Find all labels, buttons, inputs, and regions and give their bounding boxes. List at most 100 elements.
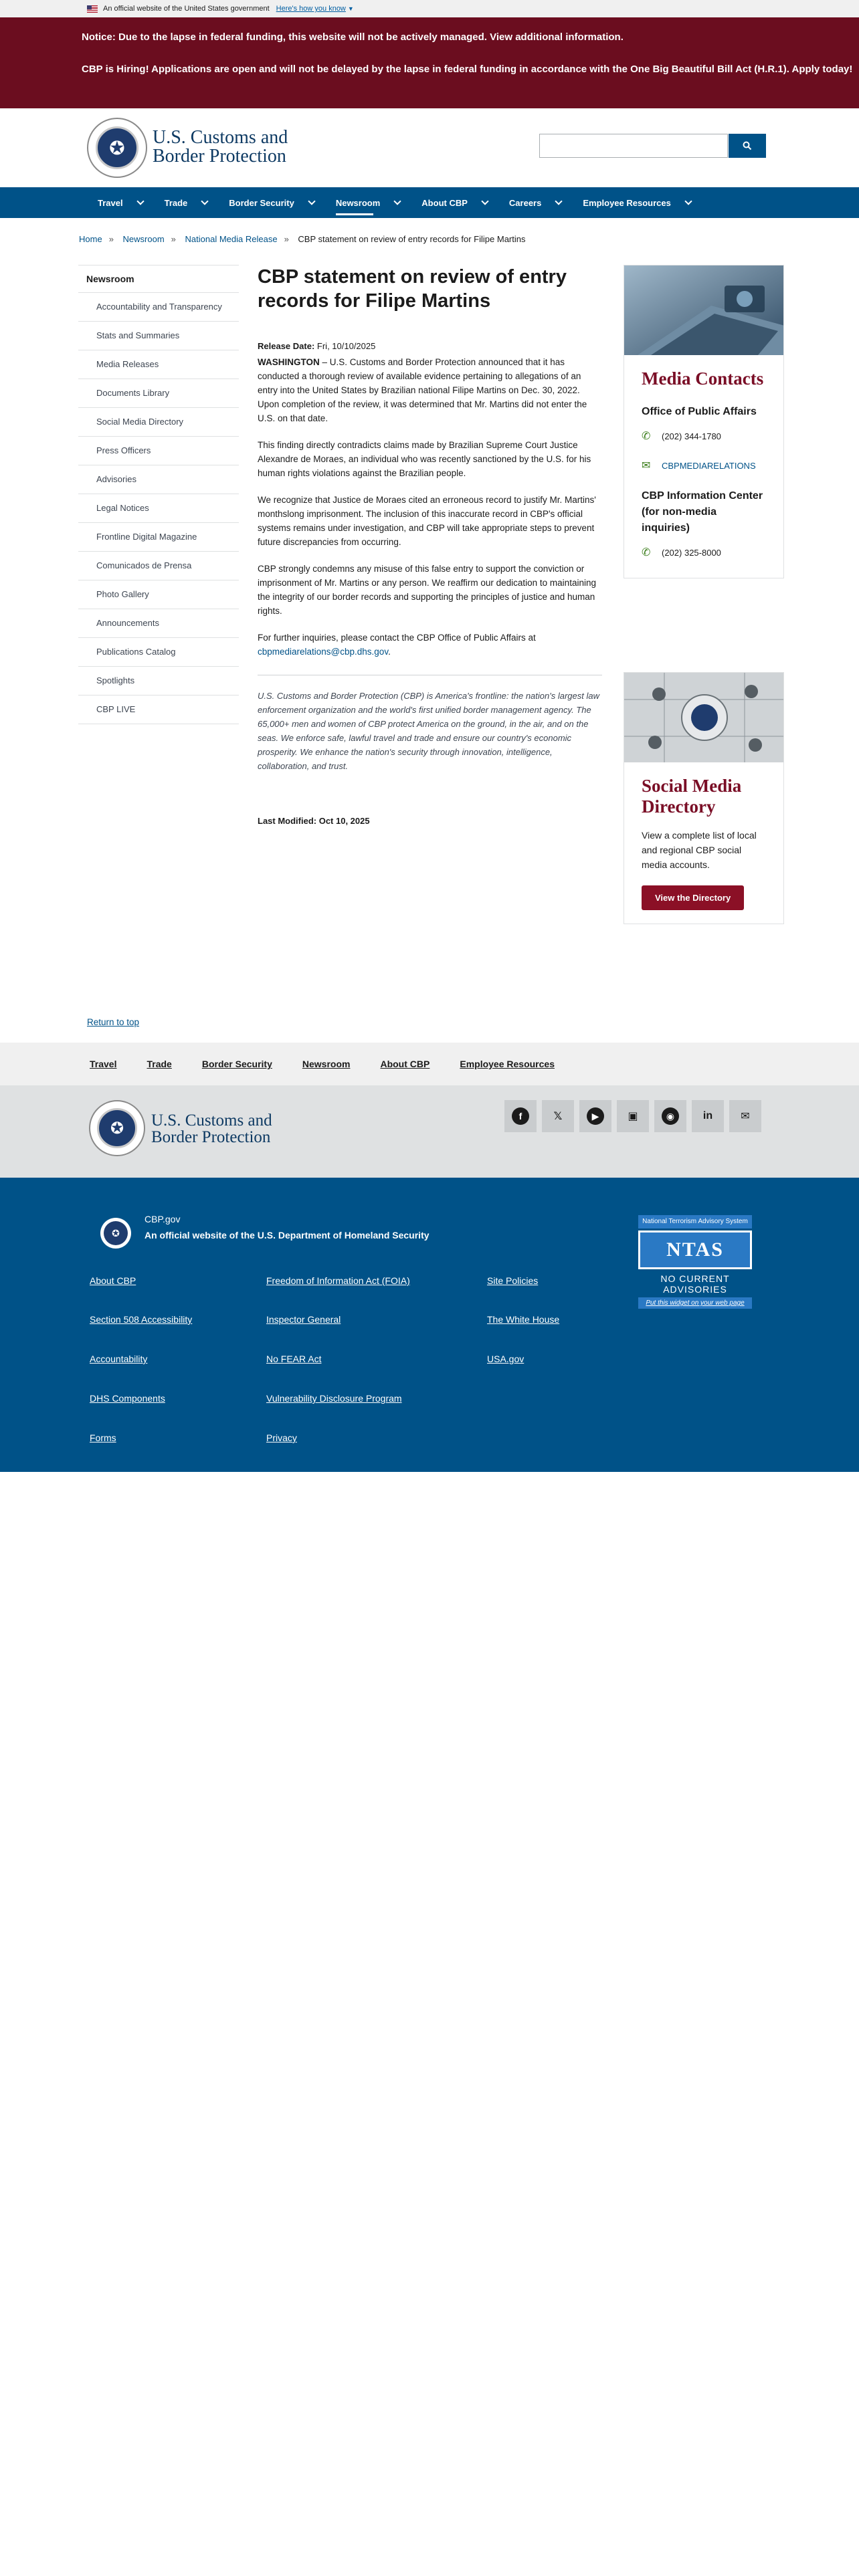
ntas-logo: NTAS — [638, 1230, 752, 1269]
main-nav: Travel Trade Border Security Newsroom Ab… — [0, 187, 859, 218]
media-relations-email-link[interactable]: CBPMEDIARELATIONS — [662, 461, 756, 471]
sidenav-item[interactable]: Documents Library — [78, 379, 239, 408]
footer-link[interactable]: Freedom of Information Act (FOIA) — [266, 1275, 410, 1286]
email-icon[interactable]: ✉ — [729, 1100, 761, 1132]
linkedin-icon[interactable]: in — [692, 1100, 724, 1132]
about-cbp-boilerplate: U.S. Customs and Border Protection (CBP)… — [258, 691, 599, 771]
facebook-icon[interactable]: f — [504, 1100, 537, 1132]
release-date: Release Date: Fri, 10/10/2025 — [258, 341, 376, 351]
laptop-photo-icon — [624, 265, 783, 355]
eagle-icon: ✪ — [97, 1108, 137, 1148]
footer-link[interactable]: DHS Components — [90, 1393, 165, 1404]
dateline: WASHINGTON — [258, 357, 320, 367]
youtube-icon[interactable]: ▶ — [579, 1100, 611, 1132]
footer-link[interactable]: No FEAR Act — [266, 1354, 321, 1364]
notice-line: Notice: Due to the lapse in federal fund… — [82, 31, 624, 43]
breadcrumb-national-media-release[interactable]: National Media Release — [185, 234, 278, 244]
search-icon — [743, 141, 752, 150]
nav-careers[interactable]: Careers — [498, 187, 572, 218]
flickr-icon[interactable]: ▣ — [617, 1100, 649, 1132]
footer-link[interactable]: Forms — [90, 1432, 116, 1443]
nav-employee-resources[interactable]: Employee Resources — [572, 187, 702, 218]
breadcrumb-home[interactable]: Home — [79, 234, 102, 244]
footer-link[interactable]: Section 508 Accessibility — [90, 1314, 192, 1325]
footer-nav-link[interactable]: Employee Resources — [460, 1059, 555, 1069]
phone-contact: ✆ (202) 344-1780 — [642, 431, 721, 442]
article-paragraph: This finding directly contradicts claims… — [258, 440, 591, 478]
media-contacts-card: Media Contacts Office of Public Affairs … — [624, 265, 784, 578]
sidenav-item[interactable]: Announcements — [78, 609, 239, 638]
breadcrumb: Home» Newsroom» National Media Release» … — [79, 234, 526, 244]
sidenav-item[interactable]: Photo Gallery — [78, 580, 239, 609]
sidenav-item[interactable]: Frontline Digital Magazine — [78, 523, 239, 552]
ntas-widget[interactable]: National Terrorism Advisory System NTAS … — [638, 1215, 752, 1309]
return-to-top-link[interactable]: Return to top — [87, 1017, 139, 1027]
funding-alert: Notice: Due to the lapse in federal fund… — [0, 17, 859, 108]
footer-nav-link[interactable]: Travel — [90, 1059, 116, 1069]
media-email-link[interactable]: cbpmediarelations@cbp.dhs.gov — [258, 647, 388, 657]
sidenav-item[interactable]: Media Releases — [78, 350, 239, 379]
site-name: CBP.gov — [145, 1214, 181, 1224]
eagle-icon: ✪ — [104, 1221, 128, 1245]
breadcrumb-current: CBP statement on review of entry records… — [298, 234, 526, 244]
social-network-photo-icon — [624, 673, 783, 762]
footer-nav-link[interactable]: Newsroom — [302, 1059, 351, 1069]
cbp-logo-text[interactable]: U.S. Customs and Border Protection — [151, 1112, 272, 1146]
breadcrumb-newsroom[interactable]: Newsroom — [123, 234, 165, 244]
chevron-down-icon[interactable]: ▼ — [348, 5, 354, 12]
ntas-header: National Terrorism Advisory System — [638, 1215, 752, 1228]
footer-link[interactable]: About CBP — [90, 1275, 136, 1286]
laptop-image — [624, 265, 783, 355]
sidenav-item[interactable]: CBP LIVE — [78, 695, 239, 724]
nav-newsroom[interactable]: Newsroom — [325, 187, 411, 218]
chevron-down-icon — [393, 197, 401, 205]
footer-nav: Travel Trade Border Security Newsroom Ab… — [0, 1043, 859, 1085]
sidenav-item[interactable]: Accountability and Transparency — [78, 293, 239, 322]
sidenav-item[interactable]: Comunicados de Prensa — [78, 552, 239, 580]
sidenav-item[interactable]: Legal Notices — [78, 494, 239, 523]
footer-link[interactable]: USA.gov — [487, 1354, 524, 1364]
footer-nav-link[interactable]: Border Security — [202, 1059, 272, 1069]
search-input[interactable] — [539, 134, 728, 158]
ntas-widget-link[interactable]: Put this widget on your web page — [638, 1297, 752, 1309]
footer-link[interactable]: The White House — [487, 1314, 559, 1325]
cbp-seal-logo[interactable]: ✪ — [89, 1100, 145, 1156]
chevron-down-icon — [555, 197, 563, 205]
view-additional-info-link[interactable]: View additional information. — [490, 31, 624, 43]
article-paragraph: WASHINGTON – U.S. Customs and Border Pro… — [258, 357, 587, 423]
instagram-icon[interactable]: ◉ — [654, 1100, 686, 1132]
sidenav-title[interactable]: Newsroom — [78, 265, 239, 293]
nav-about-cbp[interactable]: About CBP — [411, 187, 498, 218]
footer-nav-link[interactable]: Trade — [147, 1059, 171, 1069]
footer-link[interactable]: Vulnerability Disclosure Program — [266, 1393, 402, 1404]
nav-travel[interactable]: Travel — [87, 187, 154, 218]
cbp-logo-text[interactable]: U.S. Customs and Border Protection — [153, 128, 288, 166]
footer-link[interactable]: Inspector General — [266, 1314, 341, 1325]
phone-icon: ✆ — [642, 547, 651, 558]
cbp-seal-logo[interactable]: ✪ — [87, 118, 147, 178]
email-contact: ✉ CBPMEDIARELATIONS — [642, 459, 766, 472]
dhs-link[interactable]: U.S. Department of Homeland Security — [258, 1230, 430, 1241]
sidenav-item[interactable]: Press Officers — [78, 437, 239, 465]
footer-link[interactable]: Accountability — [90, 1354, 147, 1364]
side-nav: Newsroom Accountability and Transparency… — [78, 265, 239, 724]
sidenav-item[interactable]: Spotlights — [78, 667, 239, 695]
sidenav-item[interactable]: Publications Catalog — [78, 638, 239, 667]
nav-trade[interactable]: Trade — [154, 187, 219, 218]
view-directory-button[interactable]: View the Directory — [642, 885, 745, 910]
sidenav-item[interactable]: Stats and Summaries — [78, 322, 239, 350]
search-button[interactable] — [729, 134, 766, 158]
envelope-icon: ✉ — [642, 460, 651, 471]
nav-border-security[interactable]: Border Security — [218, 187, 325, 218]
sidenav-item[interactable]: Social Media Directory — [78, 408, 239, 437]
sidenav-item[interactable]: Advisories — [78, 465, 239, 494]
chevron-down-icon — [481, 197, 489, 205]
heres-how-you-know-link[interactable]: Here's how you know — [276, 5, 346, 13]
footer-link[interactable]: Privacy — [266, 1432, 297, 1443]
us-flag-icon — [87, 5, 98, 13]
article-paragraph: For further inquiries, please contact th… — [258, 633, 536, 657]
dhs-seal-logo[interactable]: ✪ — [100, 1218, 131, 1249]
footer-link[interactable]: Site Policies — [487, 1275, 538, 1286]
footer-nav-link[interactable]: About CBP — [380, 1059, 430, 1069]
x-icon[interactable]: 𝕏 — [542, 1100, 574, 1132]
